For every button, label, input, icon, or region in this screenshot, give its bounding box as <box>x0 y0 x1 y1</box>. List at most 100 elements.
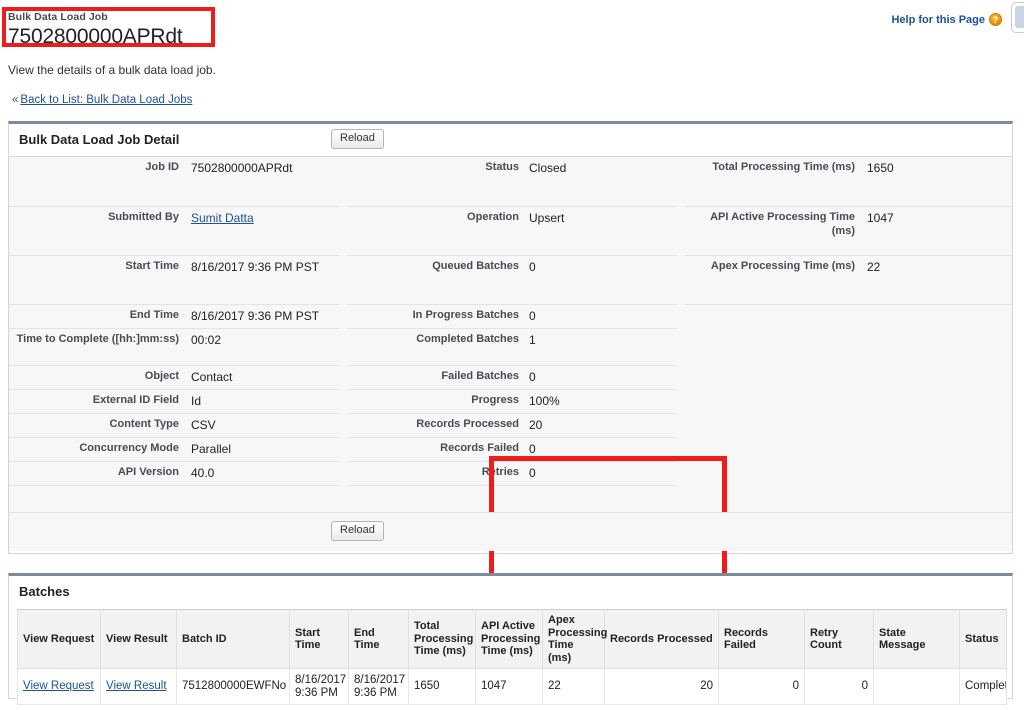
batches-column-header: View Result <box>100 609 177 669</box>
detail-field-row: End Time 8/16/2017 9:36 PM PST <box>9 305 339 329</box>
help-for-this-page[interactable]: Help for this Page ? <box>891 13 1002 26</box>
batches-column-header: State Message <box>873 609 960 669</box>
detail-field-value: 0 <box>529 466 536 480</box>
page-root: Bulk Data Load Job 7502800000APRdt Help … <box>0 0 1024 710</box>
detail-field-grid: Job ID 7502800000APRdt Submitted By Sumit D… <box>9 157 1012 696</box>
batches-panel-title: Batches <box>19 584 70 599</box>
bulk-data-load-job-detail-panel: Bulk Data Load Job Detail Reload Job ID 7… <box>8 121 1013 696</box>
detail-field-row: Object Contact <box>9 366 339 390</box>
detail-field-label: Time to Complete ([hh:]mm:ss) <box>16 333 179 345</box>
detail-field-value: 0 <box>529 370 536 384</box>
detail-field-value: 20 <box>529 418 543 432</box>
detail-field-row: Concurrency Mode Parallel <box>9 438 339 462</box>
detail-panel-footer: Reload <box>9 512 1012 551</box>
question-mark-icon[interactable]: ? <box>989 13 1002 26</box>
batches-cell-api-active-processing-time-ms: 1047 <box>475 668 543 705</box>
detail-field-row: Total Processing Time (ms) 1650 <box>685 157 1012 207</box>
batches-column-header: Records Failed <box>718 609 805 669</box>
detail-field-label: API Version <box>117 466 179 478</box>
detail-field-value: 8/16/2017 9:36 PM PST <box>191 309 320 323</box>
detail-field-label: Object <box>144 370 179 382</box>
page-title: 7502800000APRdt <box>8 25 183 48</box>
detail-field-value: 1047 <box>867 211 894 225</box>
detail-field-row: Status Closed <box>347 157 677 207</box>
detail-field-label: Operation <box>467 211 519 223</box>
detail-column-left: Job ID 7502800000APRdt Submitted By Sumit D… <box>9 157 339 486</box>
detail-column-middle: Status Closed Operation Upsert Queued Batche… <box>347 157 677 486</box>
detail-field-value: 22 <box>867 260 881 274</box>
detail-field-label: Failed Batches <box>441 370 519 382</box>
batches-table-wrapper: View Request View Result Batch ID Start Tim… <box>17 609 1007 705</box>
back-chevron-icon: « <box>12 94 19 106</box>
batches-cell-records-failed: 0 <box>718 668 805 705</box>
batches-cell-end-time: 8/16/2017 9:36 PM <box>348 668 409 705</box>
batches-cell-start-time: 8/16/2017 9:36 PM <box>289 668 349 705</box>
detail-field-row: In Progress Batches 0 <box>347 305 677 329</box>
detail-panel-header: Bulk Data Load Job Detail Reload <box>9 124 1012 157</box>
detail-field-value: 1 <box>529 333 536 347</box>
detail-field-label: Start Time <box>125 260 179 272</box>
detail-field-label: Progress <box>471 394 519 406</box>
detail-field-row: Start Time 8/16/2017 9:36 PM PST <box>9 256 339 305</box>
batches-cell-records-processed: 20 <box>604 668 719 705</box>
sidebar-toggle-stub[interactable] <box>1011 2 1024 33</box>
batches-column-header: End Time <box>348 609 409 669</box>
batches-table-body: View Request View Result 7512800000EWFNo 8/… <box>17 668 1007 705</box>
detail-field-row: Job ID 7502800000APRdt <box>9 157 339 207</box>
batches-table-header-row: View Request View Result Batch ID Start Tim… <box>17 609 1007 669</box>
batches-cell-retry-count: 0 <box>804 668 874 705</box>
detail-field-row: API Version 40.0 <box>9 462 339 486</box>
detail-field-label: In Progress Batches <box>412 309 519 321</box>
detail-field-row: Content Type CSV <box>9 414 339 438</box>
reload-button-bottom[interactable]: Reload <box>331 521 384 541</box>
batches-cell-total-processing-time-ms: 1650 <box>408 668 476 705</box>
detail-field-row: Operation Upsert <box>347 207 677 256</box>
detail-field-value[interactable]: Sumit Datta <box>191 211 254 225</box>
batches-cell-apex-processing-time-ms: 22 <box>542 668 605 705</box>
detail-field-label: Total Processing Time (ms) <box>712 161 855 173</box>
sidebar-toggle-handle[interactable] <box>1015 6 1024 28</box>
detail-field-value: Closed <box>529 161 567 175</box>
detail-field-row: Records Failed 0 <box>347 438 677 462</box>
batches-column-header: Apex Processing Time (ms) <box>542 609 607 669</box>
batches-column-header: Retry Count <box>804 609 874 669</box>
detail-field-label: Completed Batches <box>416 333 519 345</box>
back-to-list-link[interactable]: Back to List: Bulk Data Load Jobs <box>20 94 192 106</box>
batches-table: View Request View Result Batch ID Start Tim… <box>17 609 1007 705</box>
detail-field-value: 1650 <box>867 161 894 175</box>
detail-field-row: Queued Batches 0 <box>347 256 677 305</box>
detail-field-row: Progress 100% <box>347 390 677 414</box>
batches-panel-header: Batches <box>9 576 1012 608</box>
page-title-block: Bulk Data Load Job 7502800000APRdt <box>8 11 183 49</box>
batches-cell-state-message <box>873 668 960 705</box>
detail-field-value: CSV <box>191 418 216 432</box>
batches-cell-batch-id: 7512800000EWFNo <box>176 668 290 705</box>
detail-column-right: Total Processing Time (ms) 1650 API Active… <box>685 157 1012 305</box>
detail-field-value: Contact <box>191 370 233 384</box>
detail-field-label: Status <box>485 161 519 173</box>
help-for-this-page-link[interactable]: Help for this Page <box>891 14 985 26</box>
submitted-by-link[interactable]: Sumit Datta <box>191 211 254 225</box>
view-request-link[interactable]: View Request <box>23 680 94 692</box>
breadcrumb: «Back to List: Bulk Data Load Jobs <box>12 94 192 106</box>
detail-field-row: Submitted By Sumit Datta <box>9 207 339 256</box>
detail-field-row: API Active Processing Time (ms) 1047 <box>685 207 1012 256</box>
detail-field-label: Concurrency Mode <box>79 442 179 454</box>
batches-cell-view-request[interactable]: View Request <box>17 668 101 705</box>
detail-field-label: Records Failed <box>440 442 519 454</box>
reload-button-top[interactable]: Reload <box>331 129 384 149</box>
page-title-eyebrow: Bulk Data Load Job <box>8 11 108 23</box>
view-result-link[interactable]: View Result <box>106 680 167 692</box>
detail-field-value: 8/16/2017 9:36 PM PST <box>191 260 320 274</box>
batches-cell-view-result[interactable]: View Result <box>100 668 177 705</box>
detail-field-label: End Time <box>129 309 179 321</box>
detail-field-row: Retries 0 <box>347 462 677 486</box>
detail-field-value: 00:02 <box>191 333 222 347</box>
batches-column-header: Batch ID <box>176 609 290 669</box>
detail-field-row: Failed Batches 0 <box>347 366 677 390</box>
table-row: View Request View Result 7512800000EWFNo 8/… <box>17 668 1007 705</box>
detail-field-value: 0 <box>529 442 536 456</box>
detail-field-value: 40.0 <box>191 466 215 480</box>
detail-field-row: Apex Processing Time (ms) 22 <box>685 256 1012 305</box>
page-subtitle: View the details of a bulk data load job… <box>8 63 216 77</box>
